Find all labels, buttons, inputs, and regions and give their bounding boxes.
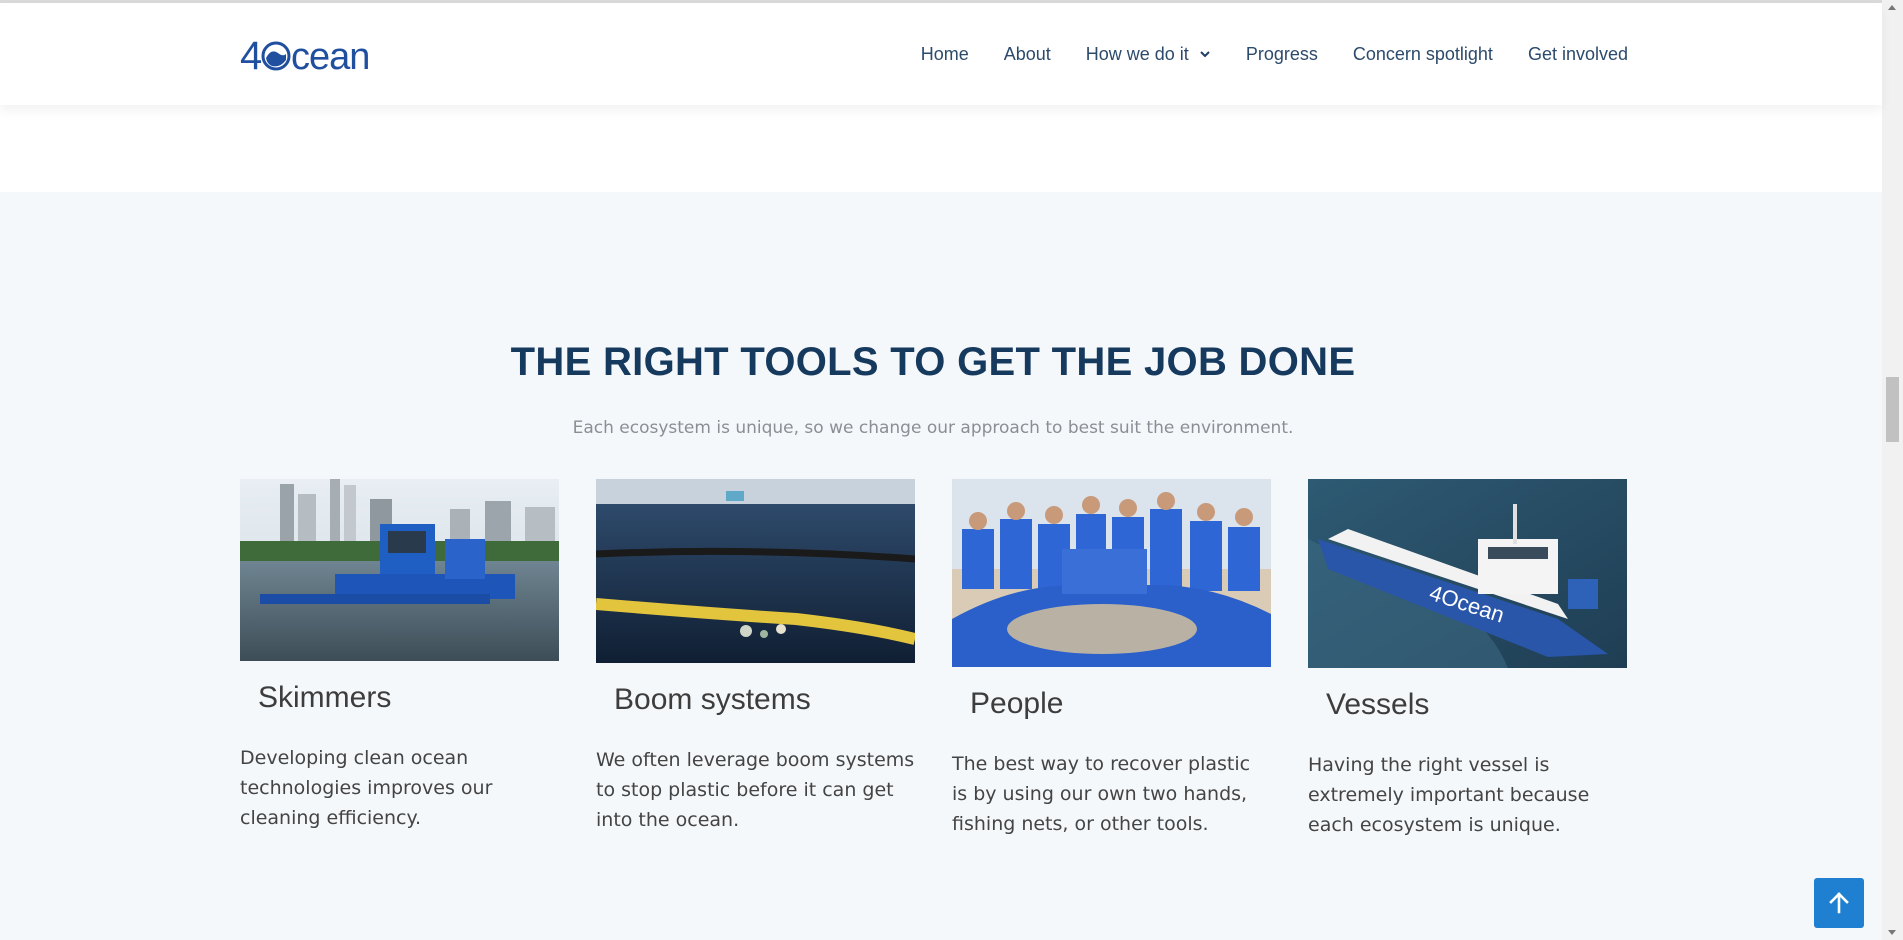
nav-about[interactable]: About: [1004, 44, 1051, 65]
card-title: Skimmers: [258, 681, 392, 714]
nav-how-we-do-it-label: How we do it: [1085, 43, 1189, 64]
vessel-photo: 4Ocean: [1308, 479, 1627, 668]
logo-mark: 4 cean: [240, 34, 370, 77]
arrow-up-icon: [1829, 892, 1849, 914]
nav-progress-label: Progress: [1245, 43, 1318, 64]
card-people: People The best way to recover plastic i…: [952, 479, 1271, 839]
svg-text:4: 4: [240, 34, 262, 77]
header-spacer: [0, 105, 1882, 192]
back-to-top-button[interactable]: [1814, 878, 1864, 928]
page-scrollbar[interactable]: [1882, 0, 1903, 940]
nav-about-label: About: [1003, 43, 1051, 64]
card-description: Having the right vessel is extremely imp…: [1308, 754, 1590, 836]
nav-progress[interactable]: Progress: [1246, 44, 1318, 65]
card-description: We often leverage boom systems to stop p…: [596, 749, 915, 831]
scrollbar-thumb[interactable]: [1886, 377, 1899, 442]
scroll-down-arrow[interactable]: [1888, 930, 1896, 935]
site-header: 4 cean Home About How we do it Progress …: [0, 3, 1882, 105]
site-logo[interactable]: 4 cean: [240, 33, 390, 77]
nav-home-label: Home: [920, 43, 969, 64]
scroll-up-arrow[interactable]: [1888, 5, 1896, 10]
boom-system-photo: [596, 479, 915, 663]
nav-how-we-do-it[interactable]: How we do it: [1086, 44, 1211, 65]
nav-home[interactable]: Home: [921, 44, 969, 65]
nav-get-involved[interactable]: Get involved: [1528, 44, 1628, 65]
card-vessels: 4Ocean Vessels Having the right vessel i…: [1308, 479, 1627, 840]
main-navigation: Home About How we do it Progress Concern…: [886, 3, 1628, 105]
card-description: The best way to recover plastic is by us…: [952, 753, 1251, 835]
card-title: Boom systems: [614, 683, 811, 716]
section-title: THE RIGHT TOOLS TO GET THE JOB DONE: [510, 340, 1356, 384]
card-title: Vessels: [1326, 688, 1430, 721]
svg-text:cean: cean: [291, 36, 369, 77]
section-subtitle: Each ecosystem is unique, so we change o…: [572, 418, 1294, 438]
card-title: People: [970, 687, 1064, 720]
volunteers-photo: [952, 479, 1271, 667]
card-boom-systems: Boom systems We often leverage boom syst…: [596, 479, 915, 835]
nav-concern-spotlight[interactable]: Concern spotlight: [1353, 44, 1493, 65]
card-skimmers: Skimmers Developing clean ocean technolo…: [240, 479, 559, 833]
nav-get-involved-label: Get involved: [1527, 43, 1628, 64]
chevron-down-icon: [1200, 51, 1210, 58]
skimmer-boat-photo: [240, 479, 559, 661]
card-description: Developing clean ocean technologies impr…: [240, 747, 493, 829]
nav-concern-spotlight-label: Concern spotlight: [1352, 43, 1493, 64]
